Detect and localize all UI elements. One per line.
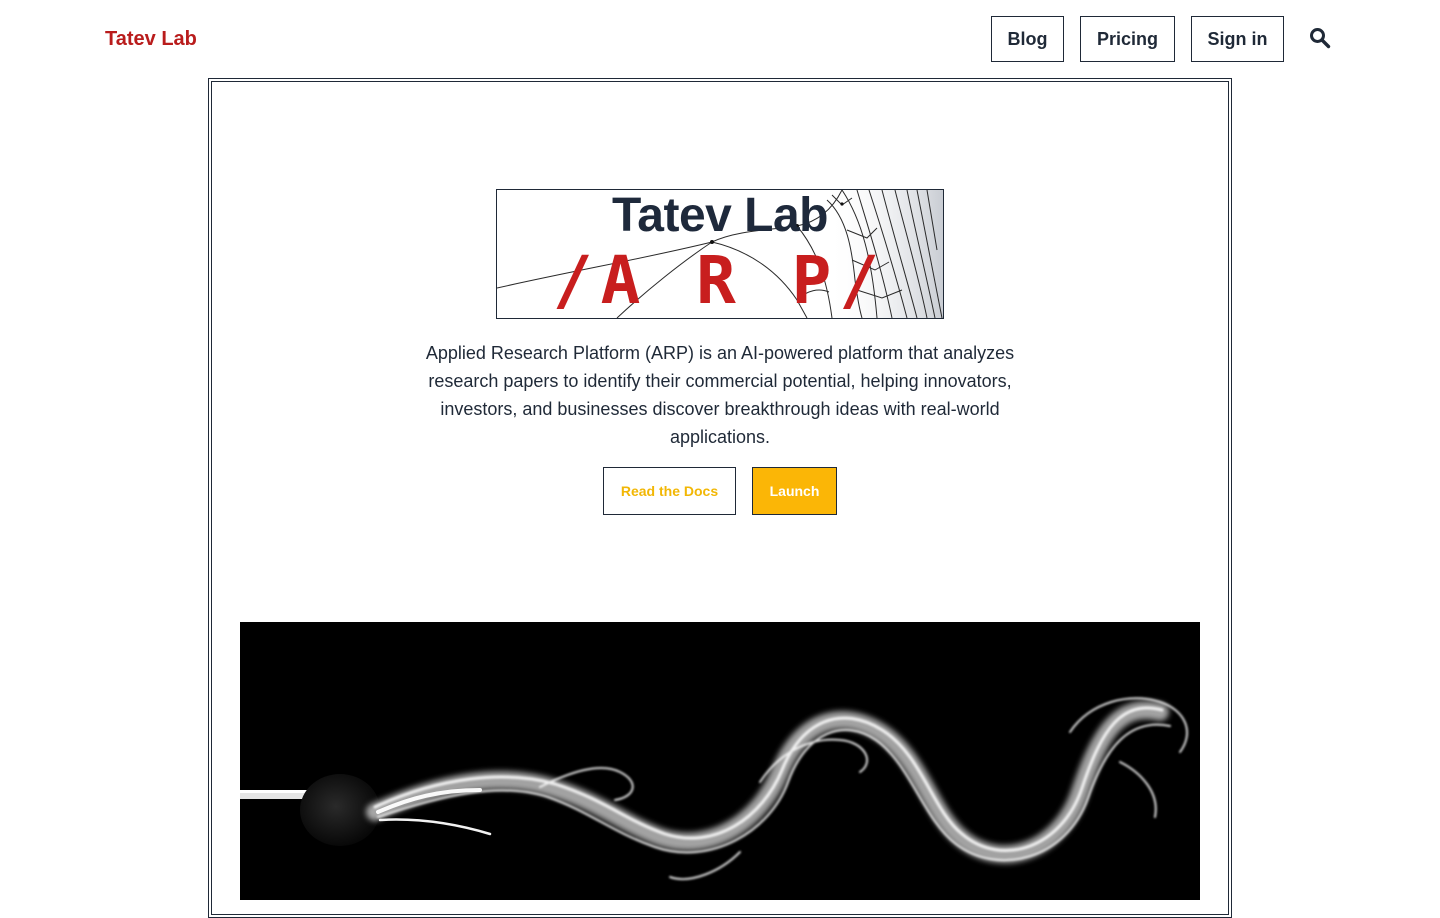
top-navigation: Tatev Lab Blog Pricing Sign in [0, 0, 1440, 78]
logo-subtitle-arp: /A R P/ [552, 242, 888, 319]
launch-button[interactable]: Launch [752, 467, 837, 515]
hero-description: Applied Research Platform (ARP) is an AI… [425, 343, 1015, 447]
search-button[interactable] [1306, 24, 1334, 52]
arp-logo-banner: Tatev Lab /A R P/ [496, 189, 944, 319]
search-icon [1310, 28, 1331, 49]
smoke-illustration [240, 622, 1200, 900]
brand-link[interactable]: Tatev Lab [105, 26, 197, 52]
logo-title: Tatev Lab [612, 189, 829, 242]
sign-in-button[interactable]: Sign in [1191, 16, 1284, 62]
pricing-button[interactable]: Pricing [1080, 16, 1175, 62]
hero-smoke-image [240, 622, 1200, 900]
blog-button[interactable]: Blog [991, 16, 1064, 62]
read-the-docs-button[interactable]: Read the Docs [603, 467, 736, 515]
